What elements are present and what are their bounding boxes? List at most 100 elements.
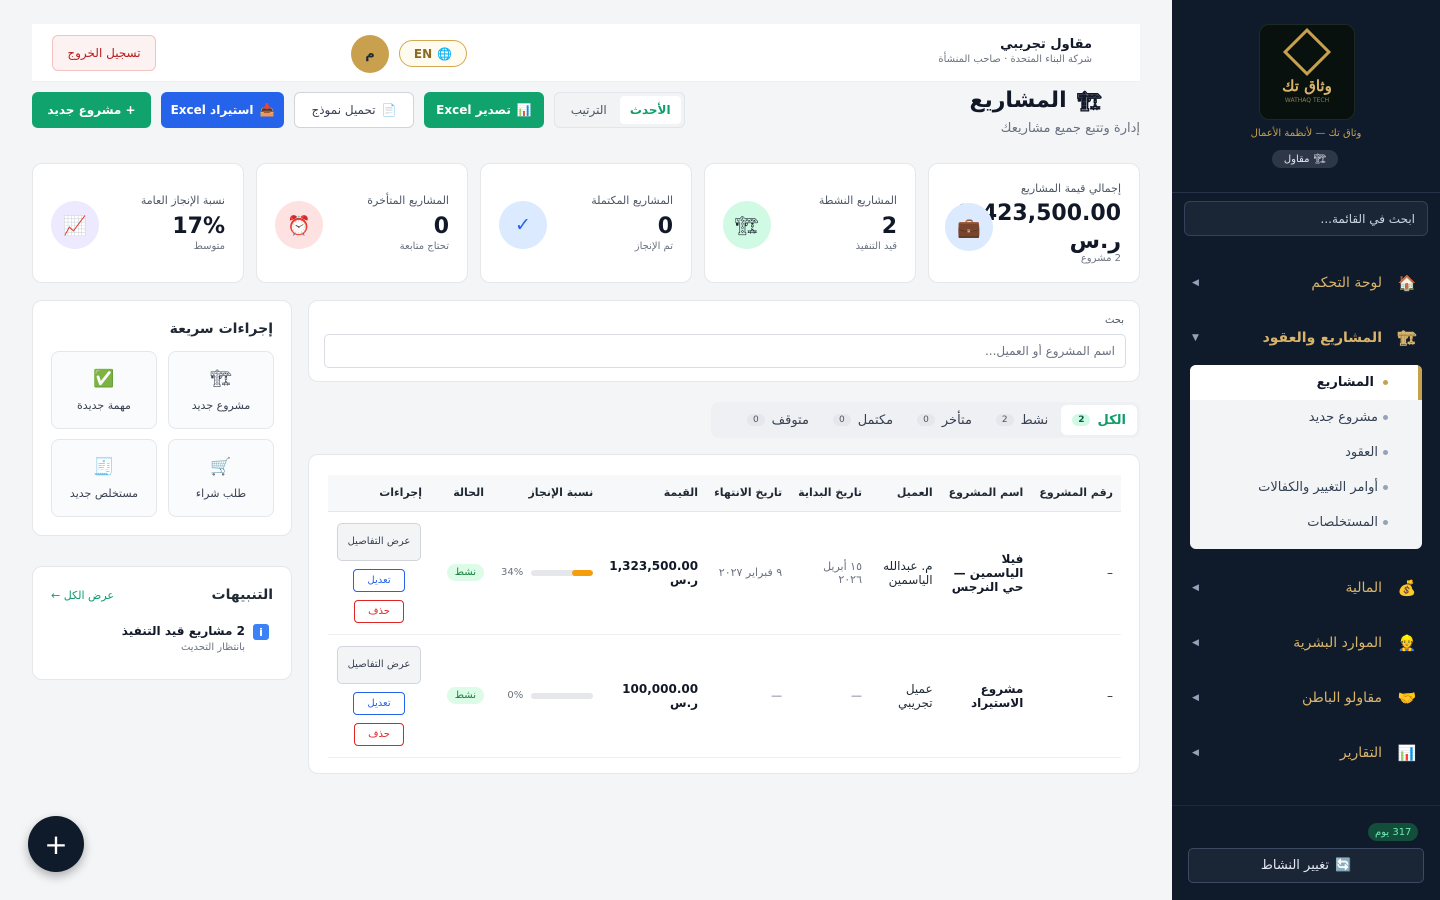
stat-progress: نسبة الإنجاز العامة 17% متوسط 📈 [32, 163, 244, 283]
view-details-button[interactable]: عرض التفاصيل [337, 522, 421, 561]
tab-label: نشط [1020, 412, 1049, 428]
status-tabs: الكل 2 نشط 2 متأخر 0 مكتمل 0 متوقف 0 [711, 402, 1140, 438]
stat-sub: 2 مشروع [1080, 253, 1121, 264]
check-icon: ✓ [499, 201, 547, 249]
tab-label: الكل [1097, 412, 1126, 428]
cell-number: – [1031, 511, 1121, 635]
tab-active[interactable]: نشط 2 [985, 405, 1059, 435]
language-label: EN [413, 46, 433, 61]
export-label: تصدير Excel [436, 103, 511, 117]
sort-label-option[interactable]: الترتيب [558, 96, 620, 124]
sidebar: وثاق تك WATHAQ TECH وثاق تك — لأنظمة الأ… [1172, 0, 1440, 900]
cell-value: 1,323,500.00 ر.س [601, 511, 707, 635]
quick-label: مهمة جديدة [77, 398, 131, 412]
submenu-contracts[interactable]: العقود [1190, 435, 1422, 470]
cell-number: – [1031, 634, 1121, 758]
cell-client: عميل تجريبي [869, 634, 941, 758]
stat-label: المشاريع المتأخرة [367, 194, 449, 207]
cell-progress: 0% [491, 634, 602, 758]
progress-label: 0% [507, 690, 524, 701]
search-panel: بحث [308, 300, 1140, 382]
construction-icon: 🏗 [1313, 153, 1327, 165]
alert-item[interactable]: i 2 مشاريع قيد التنفيذ بانتظار التحديث [122, 624, 269, 653]
app-logo: وثاق تك WATHAQ TECH [1259, 24, 1355, 120]
sidebar-search-input[interactable] [1184, 201, 1428, 236]
table-row: – فيلا الياسمين — حي النرجس م. عبدالله ا… [328, 511, 1121, 635]
col-actions: إجراءات [328, 475, 430, 512]
nav-label: الموارد البشرية [1293, 635, 1382, 651]
col-end: تاريخ الانتهاء [706, 475, 791, 512]
new-project-button[interactable]: + مشروع جديد [32, 92, 151, 128]
user-info: مقاول تجريبي شركة البناء المتحدة · صاحب … [938, 37, 1092, 65]
submenu-extracts[interactable]: المستخلصات [1190, 505, 1422, 540]
quick-new-extract[interactable]: 🧾 مستخلص جديد [51, 439, 157, 517]
nav-dashboard[interactable]: 🏠 لوحة التحكم ◀ [1192, 265, 1418, 301]
tab-all[interactable]: الكل 2 [1061, 405, 1137, 435]
submenu-label: المستخلصات [1307, 515, 1378, 530]
import-excel-button[interactable]: 📥 استيراد Excel [161, 92, 284, 128]
tab-delayed[interactable]: متأخر 0 [906, 405, 983, 435]
construction-icon: 🏗 [1076, 88, 1102, 113]
cell-client: م. عبدالله الياسمين [869, 511, 941, 635]
export-excel-button[interactable]: 📊 تصدير Excel [424, 92, 544, 128]
nav-finance[interactable]: 💰 المالية ◀ [1192, 570, 1418, 606]
sidebar-footer: 317 يوم 🔄 تغيير النشاط [1172, 805, 1440, 900]
tab-stopped[interactable]: متوقف 0 [736, 405, 820, 435]
submenu-new-project[interactable]: مشروع جديد [1190, 400, 1422, 435]
nav-hr[interactable]: 👷 الموارد البشرية ◀ [1192, 625, 1418, 661]
switch-activity-button[interactable]: 🔄 تغيير النشاط [1188, 848, 1424, 883]
chevron-left-icon: ◀ [1192, 638, 1199, 648]
stat-label: المشاريع النشطة [818, 194, 897, 207]
nav-projects-contracts[interactable]: 🏗 المشاريع والعقود ▼ [1192, 320, 1418, 356]
table-row: – مشروع الاستيراد عميل تجريبي — — 100,00… [328, 634, 1121, 758]
nav-label: مقاولو الباطن [1301, 690, 1382, 706]
edit-button[interactable]: تعديل [353, 691, 405, 715]
search-input[interactable] [324, 334, 1126, 368]
stat-sub: تحتاج متابعة [399, 241, 449, 252]
projects-submenu: المشاريع مشروع جديد العقود أوامر التغيير… [1190, 365, 1422, 549]
edit-button[interactable]: تعديل [353, 568, 405, 592]
nav-label: التقارير [1339, 745, 1382, 761]
bar-chart-icon: 📊 [1397, 744, 1417, 762]
nav-reports[interactable]: 📊 التقارير ◀ [1192, 735, 1418, 771]
stat-label: نسبة الإنجاز العامة [140, 194, 225, 207]
view-details-button[interactable]: عرض التفاصيل [337, 645, 421, 684]
submenu-change-orders[interactable]: أوامر التغيير والكفالات [1190, 470, 1422, 505]
submenu-projects[interactable]: المشاريع [1190, 365, 1422, 400]
cart-icon: 🛒 [210, 456, 232, 477]
delete-button[interactable]: حذف [354, 599, 404, 623]
cell-start: ١٥ أبريل ٢٠٢٦ [790, 511, 870, 635]
info-icon: i [253, 624, 269, 640]
import-label: استيراد Excel [170, 103, 254, 117]
nav-label: المالية [1345, 580, 1382, 596]
quick-purchase-request[interactable]: 🛒 طلب شراء [168, 439, 274, 517]
delete-button[interactable]: حذف [354, 722, 404, 746]
logo-brand: وثاق تك [1282, 76, 1332, 95]
sort-newest-option[interactable]: الأحدث [619, 96, 681, 124]
progress-label: 34% [501, 567, 524, 578]
cell-name: فيلا الياسمين — حي النرجس [940, 511, 1032, 635]
tab-label: متأخر [941, 412, 972, 428]
col-value: القيمة [601, 475, 707, 512]
submenu-label: المشاريع [1316, 375, 1374, 390]
avatar[interactable]: م [351, 35, 389, 73]
tab-completed[interactable]: مكتمل 0 [822, 405, 904, 435]
tab-count: 0 [917, 414, 935, 426]
cell-status: نشط [430, 511, 492, 635]
tab-label: مكتمل [857, 412, 894, 428]
nav-label: المشاريع والعقود [1262, 330, 1382, 346]
view-all-alerts-link[interactable]: عرض الكل ← [51, 589, 114, 602]
quick-new-project[interactable]: 🏗 مشروع جديد [168, 351, 274, 429]
nav-subcontractors[interactable]: 🤝 مقاولو الباطن ◀ [1192, 680, 1418, 716]
page-title-text: المشاريع [969, 88, 1067, 113]
language-toggle[interactable]: EN 🌐 [399, 40, 467, 67]
download-template-button[interactable]: 📄 تحميل نموذج [294, 92, 414, 128]
divider [1172, 192, 1440, 193]
floating-add-button[interactable]: + [28, 816, 84, 872]
nav-label: لوحة التحكم [1311, 275, 1382, 291]
alarm-icon: ⏰ [275, 201, 323, 249]
projects-table-card: رقم المشروع اسم المشروع العميل تاريخ الب… [308, 454, 1140, 774]
logout-button[interactable]: تسجيل الخروج [52, 35, 156, 71]
quick-new-task[interactable]: ✅ مهمة جديدة [51, 351, 157, 429]
sort-toggle: الأحدث الترتيب [554, 92, 685, 128]
